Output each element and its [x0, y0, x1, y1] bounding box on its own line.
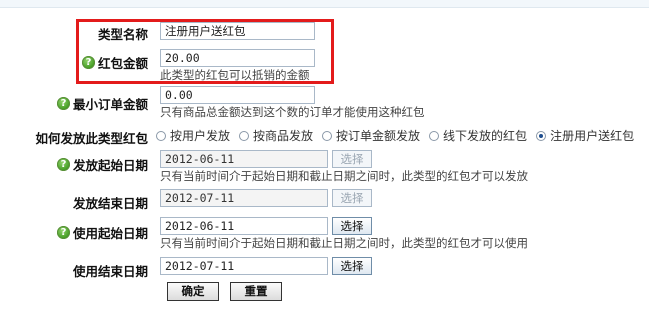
send-method-label-wrap: 如何发放此类型红包	[0, 126, 152, 146]
send-start-input[interactable]: 2012-06-11	[160, 150, 328, 168]
min-order-note: 只有商品总金额达到这个数的订单才能使用这种红包	[160, 105, 425, 119]
submit-button[interactable]: 确定	[167, 282, 219, 301]
min-order-label: 最小订单金额	[72, 97, 148, 112]
use-end-label: 使用结束日期	[72, 264, 148, 279]
radio-label: 按订单金额发放	[336, 129, 421, 143]
help-icon[interactable]: ?	[56, 158, 70, 171]
radio-label: 线下发放的红包	[443, 129, 528, 143]
radio-button[interactable]	[429, 130, 440, 141]
highlight-box	[76, 19, 334, 84]
send-end-input[interactable]: 2012-07-11	[160, 189, 328, 207]
use-end-pick-button[interactable]: 选择	[332, 257, 372, 275]
radio-label: 按用户发放	[170, 129, 231, 143]
send-end-pick-button[interactable]: 选择	[332, 189, 372, 207]
top-band	[0, 0, 649, 8]
use-start-pick-button[interactable]: 选择	[332, 217, 372, 235]
use-start-input[interactable]: 2012-06-11	[160, 217, 328, 235]
use-end-label-wrap: 使用结束日期	[0, 259, 152, 279]
send-start-label-wrap: ? 发放起始日期	[0, 153, 152, 173]
radio-button-selected[interactable]	[536, 130, 547, 141]
send-end-label: 发放结束日期	[72, 196, 148, 211]
help-icon[interactable]: ?	[56, 97, 70, 110]
radio-by-user[interactable]: 按用户发放	[156, 127, 230, 144]
use-start-note: 只有当前时间介于起始日期和截止日期之间时，此类型的红包才可以使用	[160, 236, 528, 250]
radio-by-product[interactable]: 按商品发放	[239, 127, 313, 144]
send-start-label: 发放起始日期	[72, 158, 148, 173]
use-end-input[interactable]: 2012-07-11	[160, 257, 328, 275]
radio-register-user[interactable]: 注册用户送红包	[536, 127, 634, 144]
send-start-note: 只有当前时间介于起始日期和截止日期之间时，此类型的红包才可以发放	[160, 169, 528, 183]
send-start-pick-button[interactable]: 选择	[332, 150, 372, 168]
reset-button[interactable]: 重置	[230, 282, 282, 301]
help-icon[interactable]: ?	[56, 226, 70, 239]
radio-offline[interactable]: 线下发放的红包	[429, 127, 527, 144]
radio-button[interactable]	[239, 130, 250, 141]
radio-label: 注册用户送红包	[550, 129, 635, 143]
radio-button[interactable]	[322, 130, 333, 141]
min-order-label-wrap: ? 最小订单金额	[0, 92, 152, 112]
min-order-input[interactable]: 0.00	[160, 86, 315, 104]
use-start-label: 使用起始日期	[72, 226, 148, 241]
use-start-label-wrap: ? 使用起始日期	[0, 221, 152, 241]
send-end-label-wrap: 发放结束日期	[0, 191, 152, 211]
send-method-radio-group: 按用户发放 按商品发放 按订单金额发放 线下发放的红包 注册用户送红包	[156, 127, 643, 144]
radio-by-order-amount[interactable]: 按订单金额发放	[322, 127, 420, 144]
radio-label: 按商品发放	[253, 129, 314, 143]
radio-button[interactable]	[156, 130, 166, 141]
send-method-label: 如何发放此类型红包	[35, 131, 148, 146]
